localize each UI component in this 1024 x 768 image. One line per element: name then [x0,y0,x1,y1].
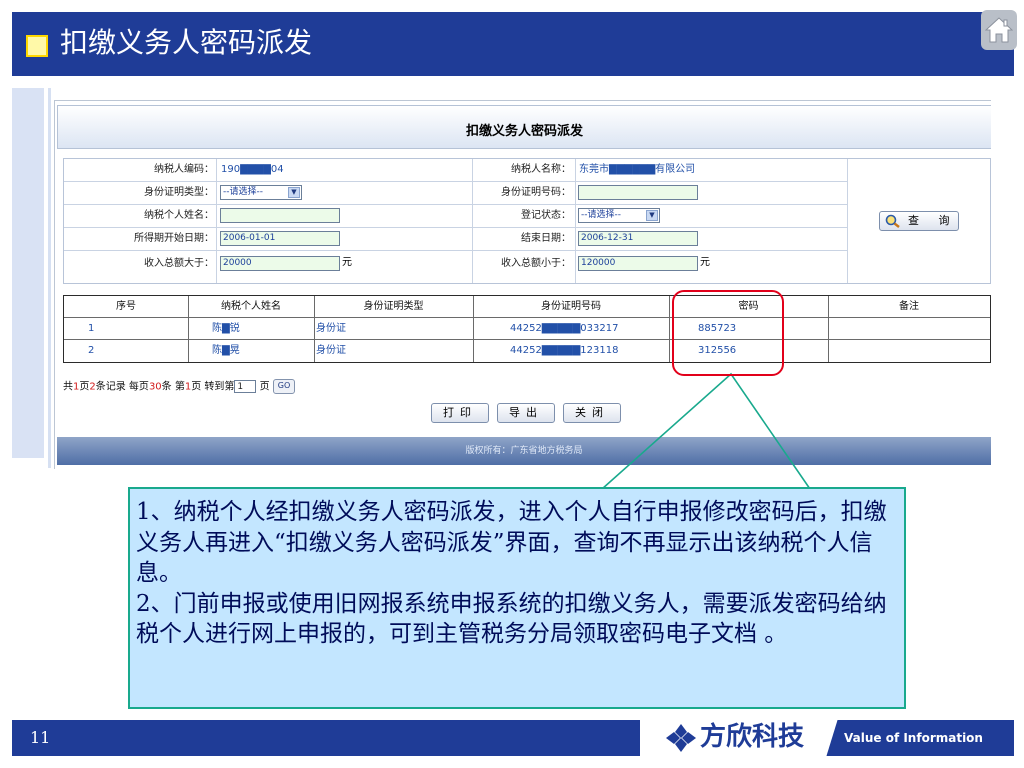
brand-logo-icon [666,724,696,752]
brand-name: 方欣科技 [700,722,805,752]
callout-note: 1、纳税个人经扣缴义务人密码派发，进入个人自行申报修改密码后，扣缴义务人再进入“… [128,487,906,709]
page-number: 11 [30,728,51,747]
brand-tagline: Value of Information [844,731,983,745]
password-highlight-box [672,290,784,376]
callout-paragraph-2: 2、门前申报或使用旧网报系统申报系统的扣缴义务人，需要派发密码给纳税个人进行网上… [136,590,887,648]
callout-paragraph-1: 1、纳税个人经扣缴义务人密码派发，进入个人自行申报修改密码后，扣缴义务人再进入“… [136,499,887,586]
